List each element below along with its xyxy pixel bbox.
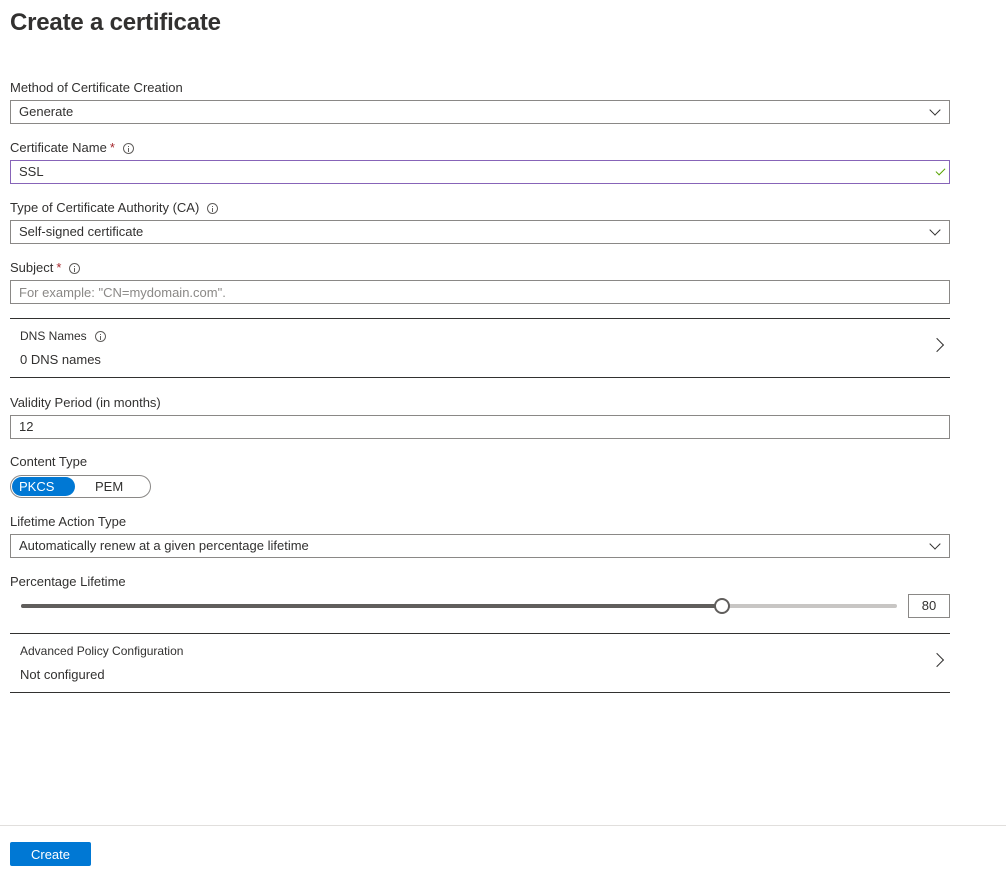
- footer-divider: [0, 825, 1006, 826]
- lifetime-action-dropdown[interactable]: Automatically renew at a given percentag…: [10, 534, 950, 558]
- lifetime-action-value: Automatically renew at a given percentag…: [19, 538, 309, 553]
- chevron-down-icon: [929, 104, 941, 116]
- advanced-policy-section[interactable]: Advanced Policy Configuration Not config…: [10, 633, 950, 693]
- percentage-value-input[interactable]: 80: [908, 594, 950, 618]
- chevron-down-icon: [929, 538, 941, 550]
- ca-type-dropdown[interactable]: Self-signed certificate: [10, 220, 950, 244]
- cert-name-label-text: Certificate Name: [10, 140, 107, 155]
- percentage-slider-track[interactable]: [21, 598, 897, 614]
- validity-value: 12: [19, 419, 34, 434]
- dns-names-section[interactable]: DNS Names 0 DNS names: [10, 318, 950, 378]
- ca-type-label-text: Type of Certificate Authority (CA): [10, 200, 200, 215]
- validity-label-text: Validity Period (in months): [10, 395, 161, 410]
- content-type-option-pkcs12[interactable]: PKCS #12: [12, 477, 75, 513]
- required-marker: *: [109, 140, 115, 155]
- info-icon[interactable]: [69, 262, 81, 274]
- content-type-option-pem[interactable]: PEM: [87, 477, 131, 496]
- chevron-right-icon: [929, 652, 945, 668]
- cert-name-label: Certificate Name *: [10, 139, 134, 157]
- content-type-label-text: Content Type: [10, 454, 88, 469]
- page-title: Create a certificate: [10, 9, 221, 36]
- lifetime-action-label: Lifetime Action Type: [10, 513, 126, 531]
- advanced-policy-value: Not configured: [20, 667, 105, 682]
- required-marker: *: [56, 260, 62, 275]
- percentage-lifetime-label-text: Percentage Lifetime: [10, 574, 126, 589]
- percentage-lifetime-label: Percentage Lifetime: [10, 573, 126, 591]
- subject-label: Subject *: [10, 259, 81, 277]
- info-icon[interactable]: [94, 330, 106, 342]
- dns-names-title: DNS Names: [20, 329, 87, 343]
- content-type-label: Content Type: [10, 453, 87, 471]
- cert-name-value: SSL: [19, 164, 44, 179]
- subject-label-text: Subject: [10, 260, 54, 275]
- content-type-toggle: PKCS #12 PEM: [10, 475, 151, 513]
- dns-names-title-row: DNS Names: [20, 329, 106, 343]
- method-value: Generate: [19, 104, 74, 119]
- chevron-right-icon: [929, 337, 945, 353]
- validity-label: Validity Period (in months): [10, 394, 161, 412]
- percentage-slider-fill: [21, 604, 722, 608]
- ca-type-value: Self-signed certificate: [19, 224, 144, 239]
- method-label: Method of Certificate Creation: [10, 79, 183, 97]
- subject-input[interactable]: [10, 280, 950, 304]
- percentage-slider-thumb[interactable]: [713, 598, 730, 614]
- create-button[interactable]: Create: [10, 842, 91, 866]
- cert-name-input[interactable]: SSL: [10, 160, 950, 184]
- dns-names-value: 0 DNS names: [20, 352, 101, 367]
- advanced-policy-title: Advanced Policy Configuration: [20, 644, 184, 658]
- checkmark-icon: [935, 165, 946, 176]
- info-icon[interactable]: [207, 202, 219, 214]
- validity-input[interactable]: 12: [10, 415, 950, 439]
- info-icon[interactable]: [122, 142, 134, 154]
- ca-type-label: Type of Certificate Authority (CA): [10, 199, 219, 217]
- chevron-down-icon: [929, 224, 941, 236]
- method-label-text: Method of Certificate Creation: [10, 80, 183, 95]
- method-dropdown[interactable]: Generate: [10, 100, 950, 124]
- lifetime-action-label-text: Lifetime Action Type: [10, 514, 127, 529]
